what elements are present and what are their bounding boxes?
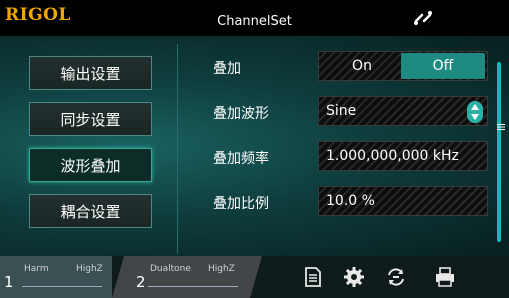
frequency-label: 叠加频率: [213, 151, 269, 167]
channel-mode: Dualtone: [150, 264, 191, 274]
channel-underline: [22, 286, 102, 287]
channel-mode: Harm: [24, 264, 49, 274]
toggle-on-label: On: [352, 58, 372, 74]
waveform-label: 叠加波形: [213, 106, 269, 122]
overlay-toggle[interactable]: On Off: [318, 51, 488, 81]
toggle-off-option[interactable]: Off: [401, 53, 485, 79]
menu-label: 波形叠加: [60, 156, 121, 175]
frequency-value: 1.000,000,000 kHz: [326, 148, 459, 164]
channel-impedance: HighZ: [208, 264, 235, 274]
scroll-grip-icon[interactable]: [497, 124, 505, 130]
channel-number: 1: [4, 273, 14, 291]
panel-divider: [177, 44, 178, 254]
scrollbar[interactable]: [497, 62, 501, 242]
channel-2-tab[interactable]: 2 Dualtone HighZ: [112, 256, 262, 298]
network-icon[interactable]: [412, 7, 434, 29]
file-icon[interactable]: [302, 266, 324, 288]
overlay-label: 叠加: [213, 61, 241, 77]
ratio-value: 10.0 %: [326, 193, 375, 209]
menu-label: 输出设置: [60, 64, 121, 83]
channel-underline: [148, 286, 238, 287]
channel-impedance: HighZ: [76, 264, 103, 274]
toggle-off-label: Off: [432, 58, 454, 74]
channel-number: 2: [136, 273, 146, 291]
ratio-field[interactable]: 10.0 %: [318, 186, 488, 216]
top-bar: RIGOL ChannelSet: [0, 0, 509, 36]
sync-icon[interactable]: [385, 266, 407, 288]
frequency-field[interactable]: 1.000,000,000 kHz: [318, 141, 488, 171]
waveform-value: Sine: [326, 103, 357, 119]
ratio-label: 叠加比例: [213, 196, 269, 212]
menu-sync-settings[interactable]: 同步设置: [29, 102, 152, 136]
menu-label: 同步设置: [60, 110, 121, 129]
menu-coupling-settings[interactable]: 耦合设置: [29, 194, 152, 228]
printer-icon[interactable]: [434, 266, 456, 288]
gear-icon[interactable]: [343, 266, 365, 288]
channel-1-tab[interactable]: 1 Harm HighZ: [0, 256, 112, 298]
menu-label: 耦合设置: [60, 202, 121, 221]
menu-waveform-overlay[interactable]: 波形叠加: [29, 148, 152, 182]
menu-output-settings[interactable]: 输出设置: [29, 56, 152, 90]
toggle-on-option[interactable]: On: [319, 52, 405, 80]
spinner-icon[interactable]: [467, 101, 483, 123]
waveform-select[interactable]: Sine: [318, 96, 488, 126]
